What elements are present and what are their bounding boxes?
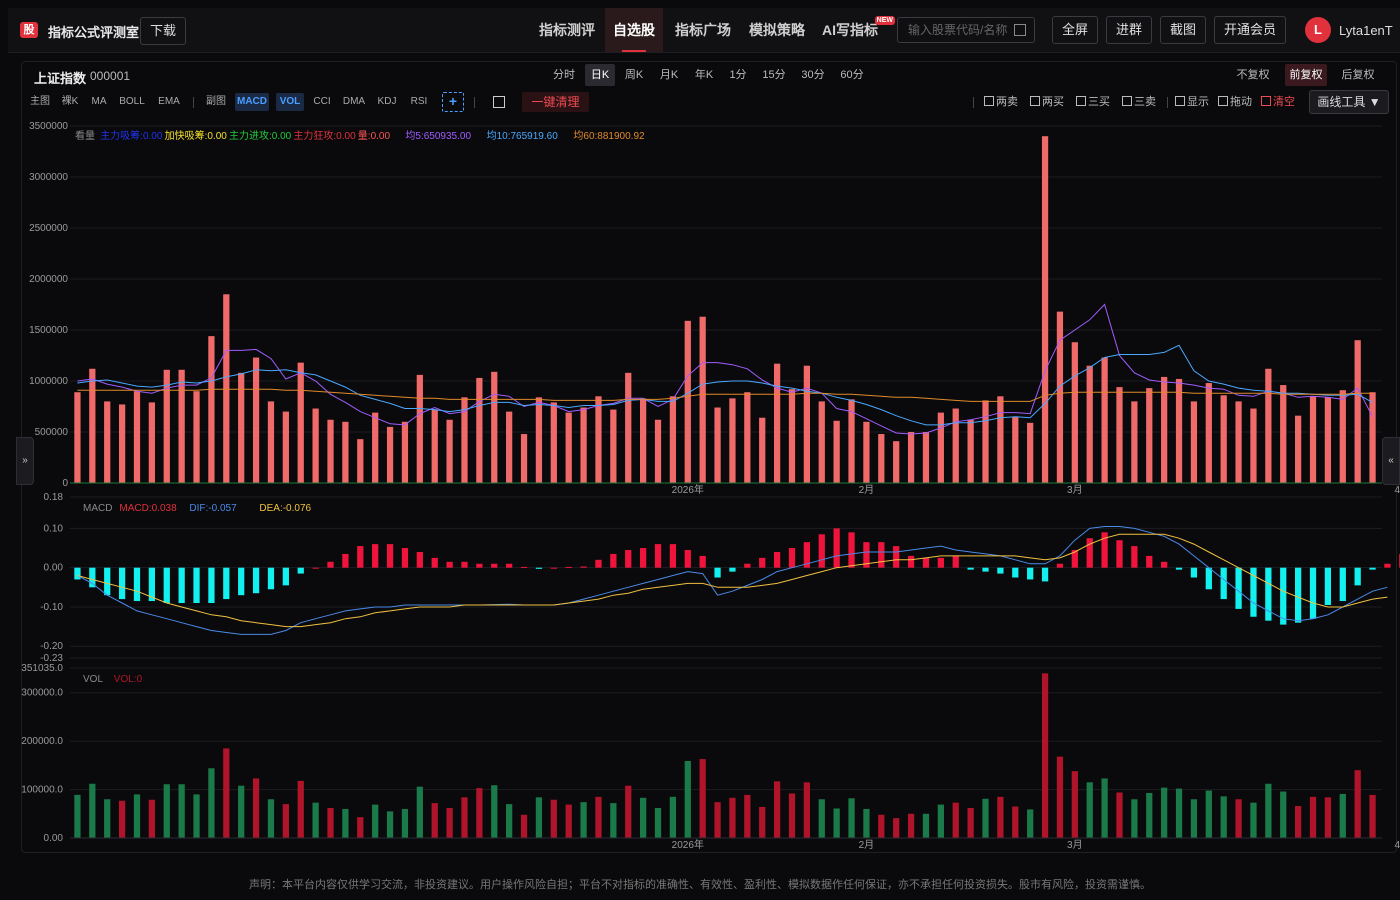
stock-code: 000001: [90, 69, 131, 83]
indicator-ema[interactable]: EMA: [155, 93, 183, 111]
divider: [193, 97, 194, 108]
checkbox-icon: [1218, 96, 1228, 106]
marker-label: 两买: [1042, 96, 1064, 108]
avatar[interactable]: L: [1305, 17, 1331, 43]
sub-indicator-vol[interactable]: VOL: [276, 93, 304, 111]
indicator-main-chart[interactable]: 主图: [28, 93, 52, 111]
nav-indicator-square[interactable]: 指标广场: [667, 8, 739, 52]
checkbox-icon: [1122, 96, 1132, 106]
marker-two-sell[interactable]: 两卖: [984, 93, 1018, 111]
checkbox-icon: [1175, 96, 1185, 106]
left-collapse-tab[interactable]: »: [16, 437, 34, 485]
sub-indicator-macd[interactable]: MACD: [235, 93, 269, 111]
sub-indicator-kdj[interactable]: KDJ: [375, 93, 399, 111]
marker-label: 三买: [1088, 96, 1110, 108]
nav-indicator-review[interactable]: 指标测评: [531, 8, 603, 52]
add-indicator-button[interactable]: +: [442, 92, 464, 112]
marker-label: 三卖: [1134, 96, 1156, 108]
app-logo: 股: [20, 22, 38, 38]
nav-ai-indicator[interactable]: AI写指标 NEW: [815, 8, 895, 52]
adjust-forward[interactable]: 前复权: [1285, 64, 1327, 86]
top-navbar: 股 指标公式评测室 下载 指标测评 自选股 指标广场 模拟策略 AI写指标 NE…: [8, 8, 1400, 53]
divider: [1167, 97, 1168, 108]
marker-three-sell[interactable]: 三卖: [1122, 93, 1156, 111]
period-tab-weekly[interactable]: 周K: [619, 64, 649, 86]
sub-indicator-cci[interactable]: CCI: [310, 93, 334, 111]
open-vip-button[interactable]: 开通会员: [1214, 16, 1286, 44]
download-button[interactable]: 下载: [140, 17, 186, 45]
one-click-clear-button[interactable]: 一键清理: [522, 92, 589, 112]
divider: [474, 97, 475, 108]
marker-label: 两卖: [996, 96, 1018, 108]
checkbox-icon: [984, 96, 994, 106]
marker-three-buy[interactable]: 三买: [1076, 93, 1110, 111]
marker-drag[interactable]: 拖动: [1218, 93, 1252, 111]
join-group-button[interactable]: 进群: [1106, 16, 1152, 44]
period-tab-1min[interactable]: 1分: [723, 64, 753, 86]
period-tab-60min[interactable]: 60分: [836, 64, 868, 86]
app-title: 指标公式评测室: [48, 25, 140, 40]
screenshot-button[interactable]: 截图: [1160, 16, 1206, 44]
draw-tools-dropdown[interactable]: 画线工具 ▼: [1309, 90, 1389, 114]
nav-sim-strategy[interactable]: 模拟策略: [741, 8, 813, 52]
adjust-none[interactable]: 不复权: [1233, 64, 1273, 86]
marker-label: 清空: [1273, 96, 1295, 108]
chart-panel: 上证指数 000001 分时 日K 周K 月K 年K 1分 15分 30分 60…: [21, 61, 1397, 853]
sub-chart-label: 副图: [206, 96, 226, 107]
marker-clear[interactable]: 清空: [1261, 93, 1295, 111]
period-tab-yearly[interactable]: 年K: [689, 64, 719, 86]
marker-label: 拖动: [1230, 96, 1252, 108]
new-badge: NEW: [874, 16, 895, 25]
fullscreen-button[interactable]: 全屏: [1052, 16, 1098, 44]
right-collapse-tab[interactable]: «: [1382, 437, 1400, 485]
username[interactable]: Lyta1enT: [1339, 23, 1393, 38]
marker-show[interactable]: 显示: [1175, 93, 1209, 111]
sub-indicator-rsi[interactable]: RSI: [407, 93, 431, 111]
grid-toggle-icon[interactable]: [493, 96, 505, 108]
indicator-boll[interactable]: BOLL: [117, 93, 147, 111]
period-tab-monthly[interactable]: 月K: [654, 64, 684, 86]
marker-label: 显示: [1187, 96, 1209, 108]
divider: [973, 97, 974, 108]
period-tab-daily[interactable]: 日K: [585, 64, 615, 86]
stock-name: 上证指数: [34, 71, 87, 86]
period-tab-15min[interactable]: 15分: [758, 64, 790, 86]
indicator-ma[interactable]: MA: [88, 93, 110, 111]
indicator-bare-k[interactable]: 裸K: [59, 93, 81, 111]
checkbox-icon: [1030, 96, 1040, 106]
nav-ai-indicator-label: AI写指标: [822, 22, 878, 38]
period-tab-30min[interactable]: 30分: [797, 64, 829, 86]
nav-watchlist[interactable]: 自选股: [605, 8, 663, 52]
sub-indicator-dma[interactable]: DMA: [341, 93, 367, 111]
checkbox-icon: [1076, 96, 1086, 106]
marker-two-buy[interactable]: 两买: [1030, 93, 1064, 111]
checkbox-icon: [1261, 96, 1271, 106]
adjust-backward[interactable]: 后复权: [1338, 64, 1378, 86]
period-tab-intraday[interactable]: 分时: [549, 64, 579, 86]
disclaimer-text: 声明：本平台内容仅供学习交流，非投资建议。用户操作风险自担；平台不对指标的准确性…: [249, 879, 1151, 891]
search-icon[interactable]: [1014, 24, 1026, 36]
